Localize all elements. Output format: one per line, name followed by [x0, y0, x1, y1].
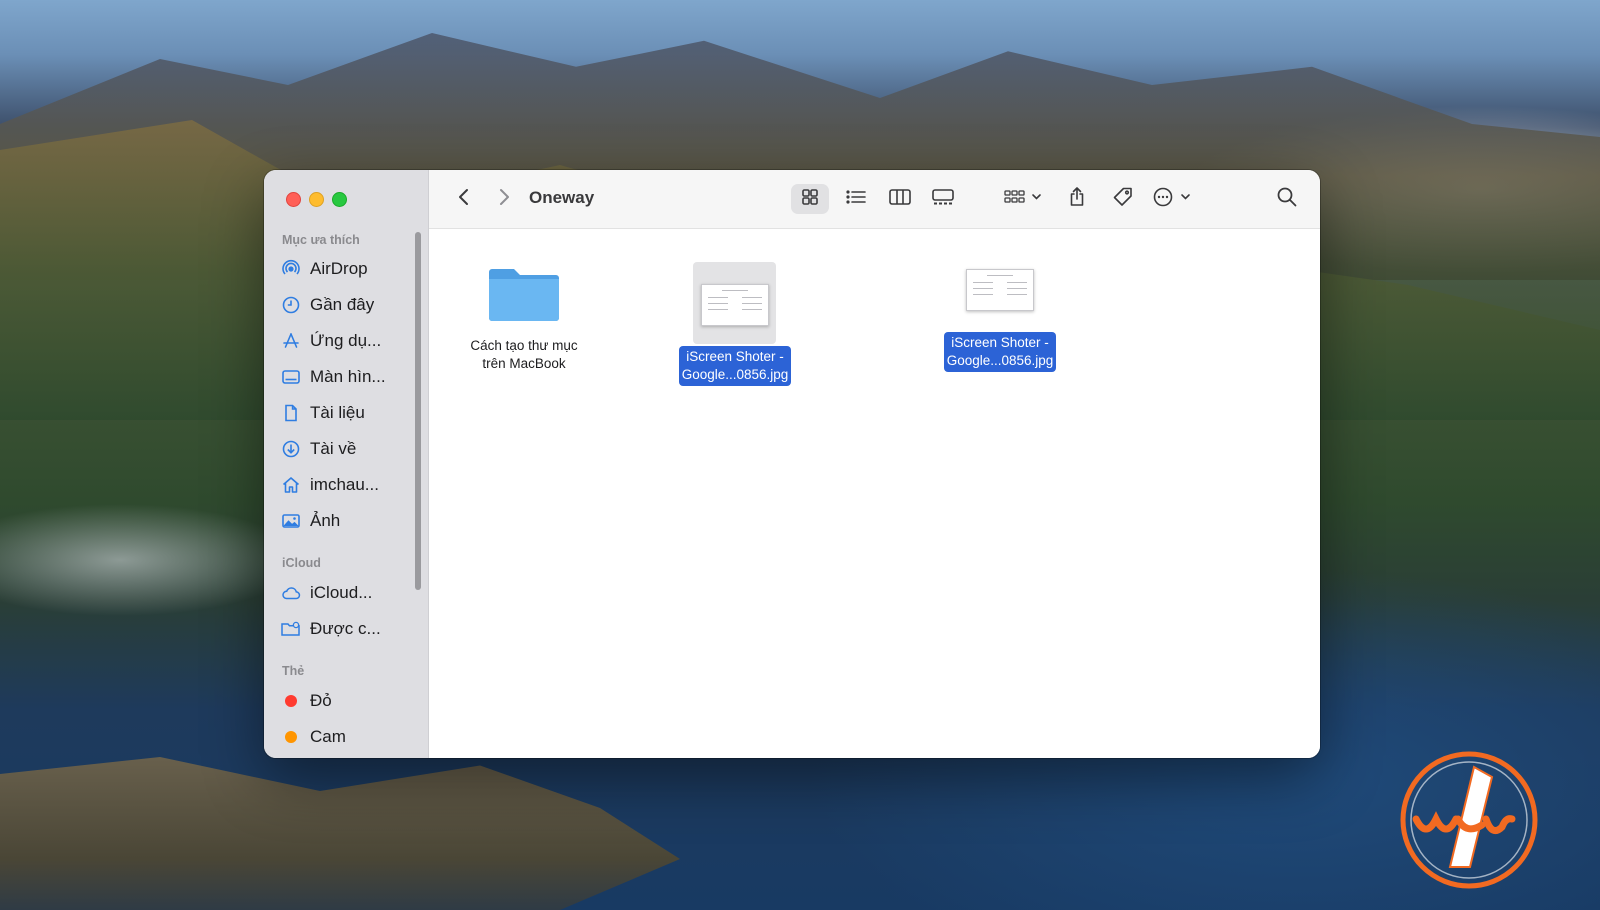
tag-icon: [1112, 186, 1134, 213]
sidebar-item-label: Đỏ: [310, 691, 332, 710]
tag-button[interactable]: [1105, 184, 1141, 214]
sidebar-item-photos[interactable]: Ảnh: [280, 507, 415, 535]
finder-window: Mục ưa thích AirDrop Gần đây Ứng dụ... M…: [264, 170, 1320, 758]
gallery-view-icon: [931, 187, 955, 212]
sidebar-item-label: Màn hìn...: [310, 367, 386, 386]
photo-icon: [280, 510, 302, 532]
grid-view-icon: [800, 187, 820, 212]
shared-folder-icon: [280, 618, 302, 640]
sidebar-item-label: Cam: [310, 727, 346, 746]
sidebar-item-label: Tài liệu: [310, 403, 365, 422]
list-view-icon: [845, 187, 867, 212]
close-window-button[interactable]: [286, 192, 301, 207]
orange-tag-dot-icon: [280, 726, 302, 748]
sidebar-item-label: Ảnh: [310, 511, 341, 530]
clock-icon: [280, 294, 302, 316]
forward-button[interactable]: [489, 184, 519, 214]
applications-icon: [280, 330, 302, 352]
oneway-logo: [1398, 749, 1540, 891]
minimize-window-button[interactable]: [309, 192, 324, 207]
group-icon: [1002, 187, 1046, 212]
share-button[interactable]: [1059, 184, 1095, 214]
download-icon: [280, 438, 302, 460]
search-button[interactable]: [1269, 184, 1305, 214]
column-view-icon: [888, 187, 912, 212]
desktop-icon: [280, 366, 302, 388]
sidebar-item-recents[interactable]: Gần đây: [280, 291, 415, 319]
sidebar-item-icloud-drive[interactable]: iCloud...: [280, 579, 415, 607]
back-button[interactable]: [449, 184, 479, 214]
file-name-line2: trên MacBook: [482, 356, 566, 371]
sidebar-item-label: imchau...: [310, 475, 379, 494]
selected-file-name: iScreen Shoter - Google...0856.jpg: [943, 332, 1057, 372]
fullscreen-window-button[interactable]: [332, 192, 347, 207]
sidebar-item-label: Được c...: [310, 619, 381, 638]
sidebar: Mục ưa thích AirDrop Gần đây Ứng dụ... M…: [264, 170, 429, 758]
gallery-view-button[interactable]: [924, 184, 962, 214]
file-name-line1: iScreen Shoter -: [686, 349, 784, 364]
file-browser: Cách tạo thư mục trên MacBook iScreen Sh…: [429, 229, 1320, 758]
column-view-button[interactable]: [881, 184, 919, 214]
sidebar-tag-orange[interactable]: Cam: [280, 723, 415, 751]
sidebar-item-downloads[interactable]: Tài về: [280, 435, 415, 463]
chevron-left-icon: [456, 187, 472, 212]
file-name-line2: Google...0856.jpg: [681, 367, 789, 382]
sidebar-item-label: Ứng dụ...: [310, 331, 382, 350]
folder-item[interactable]: Cách tạo thư mục trên MacBook: [449, 257, 599, 373]
sidebar-section-icloud: iCloud: [282, 556, 321, 570]
home-icon: [280, 474, 302, 496]
sidebar-scrollbar[interactable]: [415, 232, 421, 590]
sidebar-item-airdrop[interactable]: AirDrop: [280, 255, 415, 283]
selected-file-name: iScreen Shoter - Google...0856.jpg: [678, 346, 792, 386]
sidebar-section-tags: Thẻ: [282, 664, 305, 678]
document-icon: [280, 402, 302, 424]
sidebar-item-home[interactable]: imchau...: [280, 471, 415, 499]
wallpaper-coast: [0, 757, 680, 910]
more-actions-button[interactable]: [1151, 184, 1199, 214]
file-name-line1: iScreen Shoter -: [951, 335, 1049, 350]
cloud-icon: [280, 582, 302, 604]
file-name-line2: Google...0856.jpg: [946, 353, 1054, 368]
chevron-right-icon: [496, 187, 512, 212]
search-icon: [1276, 186, 1298, 213]
group-button[interactable]: [1001, 184, 1047, 214]
sidebar-item-label: Gần đây: [310, 295, 375, 314]
red-tag-dot-icon: [280, 690, 302, 712]
sidebar-item-label: AirDrop: [310, 259, 368, 278]
sidebar-item-desktop[interactable]: Màn hìn...: [280, 363, 415, 391]
sidebar-item-applications[interactable]: Ứng dụ...: [280, 327, 415, 355]
airdrop-icon: [280, 258, 302, 280]
sidebar-item-documents[interactable]: Tài liệu: [280, 399, 415, 427]
list-view-button[interactable]: [837, 184, 875, 214]
file-name-line1: Cách tạo thư mục: [470, 338, 578, 353]
window-title: Oneway: [529, 188, 595, 207]
sidebar-item-label: Tài về: [310, 439, 357, 458]
image-thumbnail: [701, 284, 769, 326]
icon-view-button[interactable]: [791, 184, 829, 214]
image-thumbnail: [966, 269, 1034, 311]
more-icon: [1152, 186, 1198, 213]
share-icon: [1067, 186, 1087, 213]
sidebar-section-favorites: Mục ưa thích: [282, 233, 360, 247]
toolbar: Oneway: [429, 170, 1320, 229]
folder-icon: [449, 257, 599, 337]
sidebar-tag-red[interactable]: Đỏ: [280, 687, 415, 715]
sidebar-item-shared[interactable]: Được c...: [280, 615, 415, 643]
sidebar-item-label: iCloud...: [310, 583, 373, 602]
